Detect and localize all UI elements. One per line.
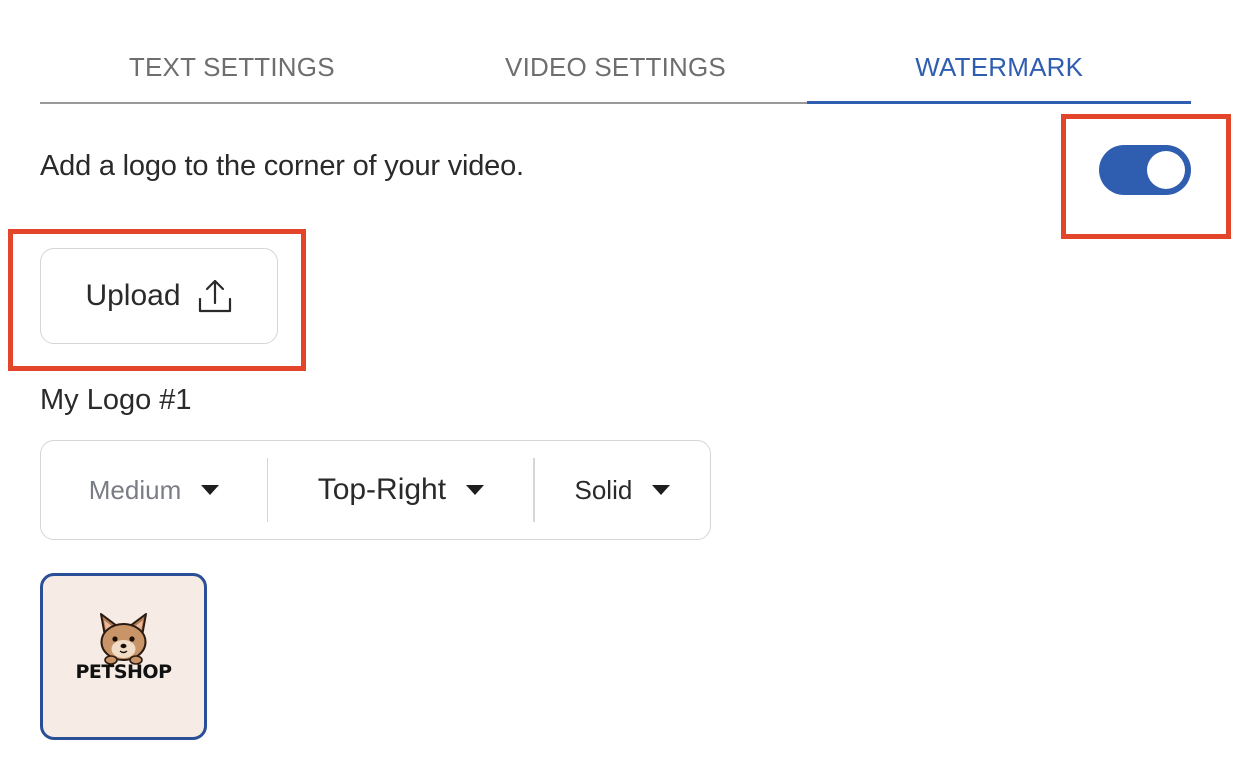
- chevron-down-icon: [201, 485, 220, 495]
- settings-tabs: TEXT SETTINGS VIDEO SETTINGS WATERMARK: [40, 38, 1191, 104]
- tab-video-settings[interactable]: VIDEO SETTINGS: [424, 38, 808, 102]
- tab-watermark[interactable]: WATERMARK: [807, 38, 1191, 104]
- petshop-logo-image: PETSHOP: [75, 613, 173, 683]
- style-select[interactable]: Solid: [535, 441, 710, 539]
- highlight-box-toggle: [1061, 114, 1231, 239]
- logo-thumbnail[interactable]: PETSHOP: [40, 573, 207, 740]
- watermark-panel: TEXT SETTINGS VIDEO SETTINGS WATERMARK A…: [0, 0, 1236, 764]
- position-value: Top-Right: [317, 473, 447, 506]
- logo-name: My Logo #1: [40, 384, 192, 416]
- tab-text-settings[interactable]: TEXT SETTINGS: [40, 38, 424, 102]
- chevron-down-icon: [466, 485, 485, 495]
- size-select[interactable]: Medium: [41, 441, 267, 539]
- petshop-logo-text: PETSHOP: [75, 661, 172, 683]
- dog-icon: [100, 613, 147, 665]
- highlight-box-upload: [8, 229, 306, 371]
- logo-options: Medium Top-Right Solid: [40, 440, 711, 540]
- chevron-down-icon: [652, 485, 671, 495]
- style-value: Solid: [574, 474, 633, 505]
- size-value: Medium: [88, 474, 182, 505]
- watermark-description: Add a logo to the corner of your video.: [40, 150, 524, 182]
- position-select[interactable]: Top-Right: [268, 441, 533, 539]
